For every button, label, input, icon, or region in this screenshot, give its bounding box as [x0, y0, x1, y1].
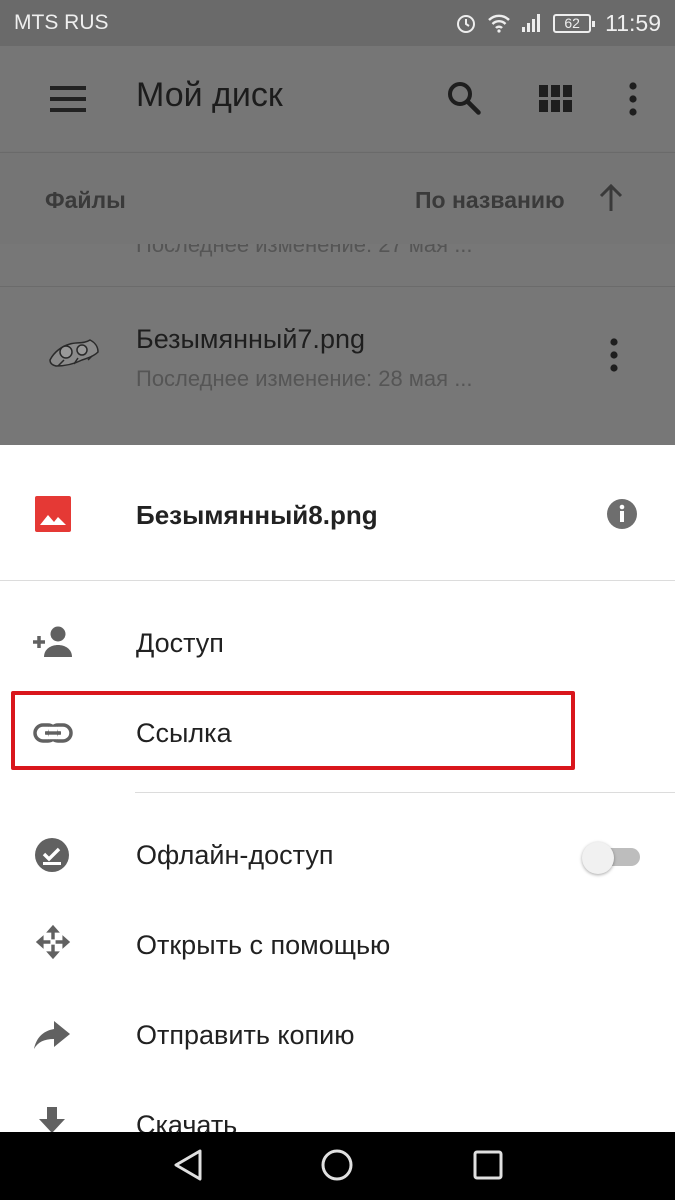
person-add-icon [33, 626, 72, 657]
download-icon [39, 1107, 65, 1132]
signal-icon [522, 14, 541, 32]
offline-pin-icon [35, 838, 69, 872]
menu-item-label: Скачать [136, 1110, 238, 1132]
menu-item-open-with[interactable]: Открыть с помощью [0, 900, 675, 990]
menu-item-label: Доступ [136, 628, 224, 658]
highlight-box [11, 691, 575, 770]
toggle-knob [582, 842, 614, 874]
menu-icon[interactable] [50, 86, 86, 112]
recents-icon[interactable] [472, 1148, 504, 1182]
offline-toggle[interactable] [582, 842, 642, 874]
menu-item-send-copy[interactable]: Отправить копию [0, 990, 675, 1080]
list-item-subtitle: Последнее изменение: 27 мая ... [136, 244, 473, 257]
more-vert-icon[interactable] [609, 338, 619, 372]
carrier-name: MTS RUS [14, 11, 109, 34]
sort-bar: Файлы По названию [0, 152, 675, 244]
status-bar: MTS RUS 62 11:59 [0, 0, 675, 46]
share-arrow-icon [34, 1021, 70, 1049]
wifi-icon [488, 14, 510, 33]
menu-item-label: Офлайн-доступ [136, 840, 334, 870]
sheet-header: Безымянный8.png [0, 445, 675, 581]
divider [0, 580, 675, 581]
menu-item-label: Открыть с помощью [136, 930, 391, 960]
back-icon[interactable] [172, 1148, 204, 1182]
app-bar: Мой диск [0, 46, 675, 152]
menu-item-share[interactable]: Доступ [0, 598, 675, 688]
sort-by-button[interactable]: По названию [415, 187, 565, 214]
clock: 11:59 [605, 9, 661, 36]
file-thumbnail[interactable] [44, 330, 104, 376]
system-icons: 62 11:59 [455, 10, 661, 37]
divider [0, 286, 675, 287]
image-file-icon [35, 496, 71, 532]
file-list: Последнее изменение: 27 мая ... Безымянн… [0, 244, 675, 445]
arrow-up-icon[interactable] [598, 183, 624, 213]
menu-item-offline[interactable]: Офлайн-доступ [0, 810, 675, 900]
menu-item-download[interactable]: Скачать [0, 1080, 675, 1132]
more-vert-icon[interactable] [628, 82, 638, 116]
file-subtitle: Последнее изменение: 28 мая ... [136, 366, 473, 391]
divider [135, 792, 675, 793]
info-icon[interactable] [606, 498, 638, 530]
battery-level: 62 [564, 15, 580, 31]
menu-item-label: Отправить копию [136, 1020, 355, 1050]
bottom-sheet: Безымянный8.png Доступ Ссылка Офлайн-дос… [0, 445, 675, 1132]
open-with-icon [35, 924, 71, 960]
system-nav-bar [0, 1132, 675, 1200]
page-title: Мой диск [136, 76, 283, 114]
file-name[interactable]: Безымянный7.png [136, 324, 365, 355]
section-label: Файлы [45, 187, 126, 213]
grid-view-icon[interactable] [539, 85, 573, 113]
search-icon[interactable] [446, 80, 482, 116]
sheet-file-name: Безымянный8.png [136, 500, 378, 530]
battery-icon: 62 [553, 13, 596, 33]
home-icon[interactable] [320, 1148, 354, 1182]
alarm-icon [457, 15, 476, 33]
